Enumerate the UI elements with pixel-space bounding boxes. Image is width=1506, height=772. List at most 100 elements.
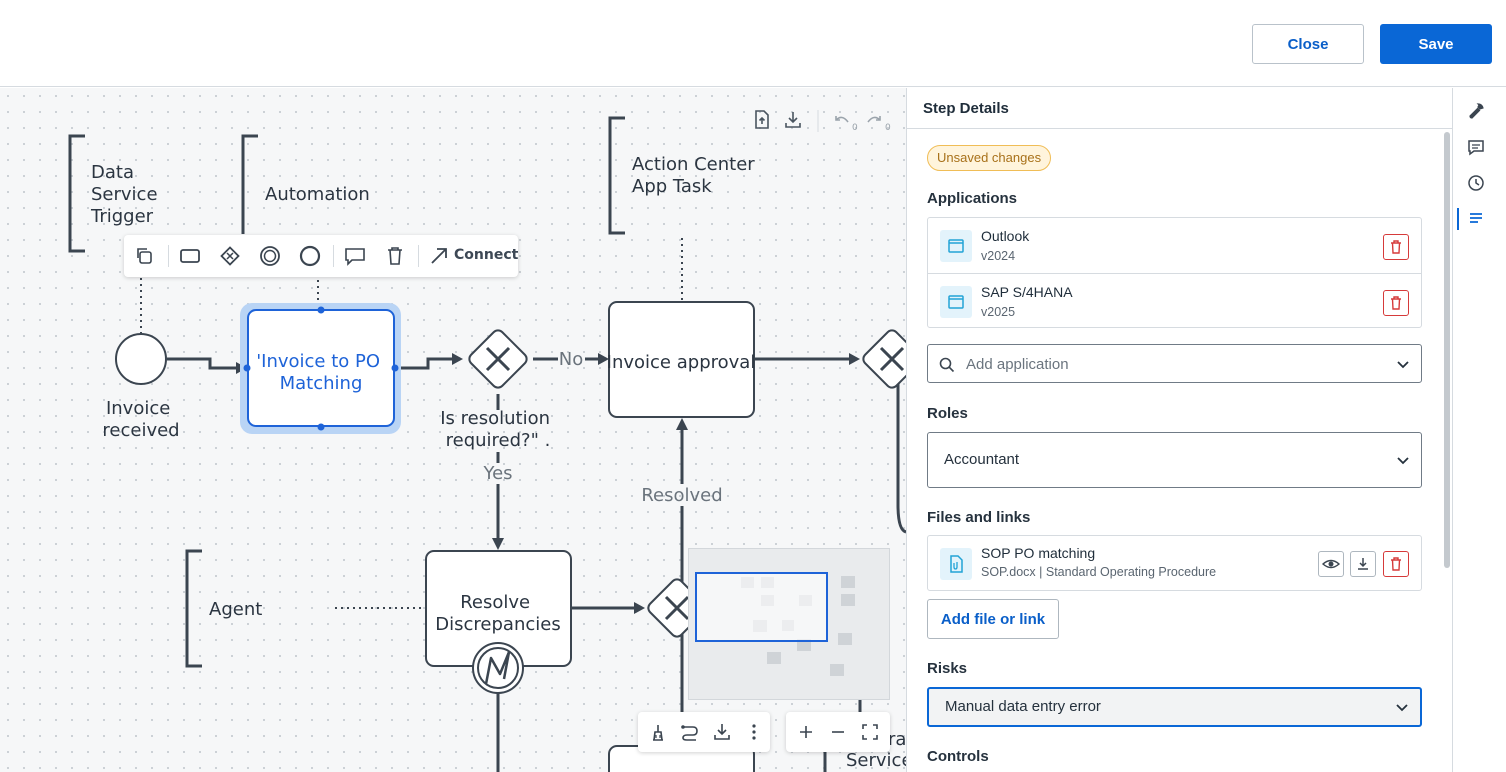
minimap-viewport[interactable]	[695, 572, 828, 642]
diagram-canvas[interactable]: Data Service Trigger Automation Action C…	[0, 88, 906, 772]
trash-icon	[1391, 296, 1401, 310]
task-shape-icon[interactable]	[177, 243, 203, 269]
lane-bracket-action-center	[608, 116, 625, 235]
connect-arrow-icon[interactable]	[426, 243, 452, 269]
flow-label-resolved: Resolved	[641, 485, 722, 506]
gateway-shape-icon[interactable]	[217, 243, 243, 269]
add-application-select[interactable]: Add application	[927, 344, 1422, 383]
partial-label-service: Service	[846, 750, 906, 771]
roles-label: Roles	[927, 405, 968, 422]
canvas-tools-bar	[638, 712, 770, 752]
risk-value: Manual data entry error	[945, 698, 1101, 715]
connect-button-label[interactable]: Connect	[454, 247, 518, 263]
approval-task-label: Invoice approval	[607, 352, 756, 373]
zoom-controls	[786, 712, 890, 752]
application-window-icon	[940, 286, 972, 318]
save-button[interactable]: Save	[1380, 24, 1492, 64]
top-bar: Close Save	[0, 0, 1506, 87]
list-item: SAP S/4HANA v2025	[928, 273, 1421, 328]
application-name: SAP S/4HANA	[981, 284, 1073, 300]
file-attachment-icon	[940, 548, 972, 580]
flow-label-no: No	[559, 349, 583, 370]
start-event[interactable]	[115, 333, 167, 385]
canvas-top-toolbar: 0 0	[755, 110, 891, 132]
lane-label-agent: Agent	[209, 599, 262, 620]
add-file-or-link-button[interactable]: Add file or link	[927, 599, 1059, 639]
gateway-label: Is resolution required?" .	[440, 408, 556, 451]
lane-label-action-center: Action Center App Task	[632, 154, 760, 197]
lane-label-data-service: Data Service Trigger	[90, 162, 163, 227]
download-file-button[interactable]	[1350, 551, 1376, 577]
panel-scrollbar[interactable]	[1444, 132, 1450, 568]
risks-label: Risks	[927, 660, 968, 677]
remove-application-button[interactable]	[1383, 234, 1409, 260]
file-item: SOP PO matching SOP.docx | Standard Oper…	[927, 535, 1422, 591]
add-application-placeholder: Add application	[966, 356, 1069, 373]
flow-label-yes: Yes	[482, 463, 512, 484]
delete-file-button[interactable]	[1383, 551, 1409, 577]
partial-label-ra: ra	[888, 729, 906, 750]
lane-bracket-data-service	[68, 134, 85, 253]
active-tab-indicator	[1457, 208, 1459, 230]
delete-icon[interactable]	[382, 243, 408, 269]
unsaved-changes-badge: Unsaved changes	[927, 145, 1052, 171]
eye-icon	[1321, 559, 1341, 569]
flow-start-to-task	[167, 357, 240, 370]
gateway-resolution[interactable]	[467, 328, 529, 390]
history-clock-icon[interactable]	[1467, 174, 1485, 192]
gateway-right[interactable]	[861, 328, 906, 390]
trash-icon	[1391, 557, 1401, 571]
step-details-panel: Step Details Unsaved changes Application…	[906, 88, 1453, 772]
preview-file-button[interactable]	[1318, 551, 1344, 577]
end-event-icon[interactable]	[297, 243, 323, 269]
lane-bracket-agent	[185, 549, 202, 668]
download-image-icon[interactable]	[710, 720, 734, 744]
auto-layout-icon[interactable]	[678, 720, 702, 744]
flow-task-to-gateway	[397, 357, 455, 370]
minimap[interactable]	[688, 548, 890, 700]
side-rail	[1452, 88, 1506, 772]
role-value: Accountant	[944, 451, 1020, 468]
start-event-label: Invoice received	[102, 398, 179, 441]
remove-application-button[interactable]	[1383, 290, 1409, 316]
search-icon	[939, 357, 955, 373]
panel-title: Step Details	[923, 100, 1009, 117]
chevron-down-icon	[1397, 361, 1409, 369]
lane-label-automation: Automation	[265, 184, 370, 205]
list-item: Outlook v2024	[928, 218, 1421, 273]
roles-select[interactable]: Accountant	[927, 432, 1422, 488]
controls-label: Controls	[927, 748, 989, 765]
chevron-down-icon	[1397, 457, 1409, 465]
close-button[interactable]: Close	[1252, 24, 1364, 64]
redo-icon[interactable]	[867, 116, 881, 123]
element-context-toolbar: Connect	[124, 235, 518, 277]
download-icon	[1358, 558, 1368, 570]
more-options-icon[interactable]	[742, 720, 766, 744]
lane-bracket-automation	[241, 134, 258, 234]
zoom-in-icon[interactable]	[794, 720, 818, 744]
annotation-icon[interactable]	[342, 243, 368, 269]
redo-count: 0	[885, 123, 891, 132]
file-name: SOP PO matching	[981, 545, 1096, 561]
trash-icon	[1391, 240, 1401, 254]
export-file-icon[interactable]	[755, 110, 769, 129]
applications-label: Applications	[927, 190, 1018, 207]
undo-count: 0	[852, 123, 858, 132]
details-list-icon[interactable]	[1467, 210, 1485, 228]
risks-select[interactable]: Manual data entry error	[927, 687, 1422, 727]
application-window-icon	[940, 230, 972, 262]
application-name: Outlook	[981, 228, 1030, 244]
change-type-icon[interactable]	[132, 243, 158, 269]
intermediate-event-icon[interactable]	[257, 243, 283, 269]
chevron-down-icon	[1396, 704, 1408, 712]
file-detail: SOP.docx | Standard Operating Procedure	[981, 565, 1217, 579]
fit-to-screen-icon[interactable]	[858, 720, 882, 744]
comment-icon[interactable]	[1467, 138, 1485, 156]
download-icon[interactable]	[785, 112, 801, 128]
boundary-error-event[interactable]	[472, 642, 524, 694]
wrench-icon[interactable]	[1467, 102, 1485, 120]
zoom-out-icon[interactable]	[826, 720, 850, 744]
application-version: v2025	[981, 305, 1016, 319]
undo-icon[interactable]	[835, 116, 849, 123]
clean-up-icon[interactable]	[646, 720, 670, 744]
